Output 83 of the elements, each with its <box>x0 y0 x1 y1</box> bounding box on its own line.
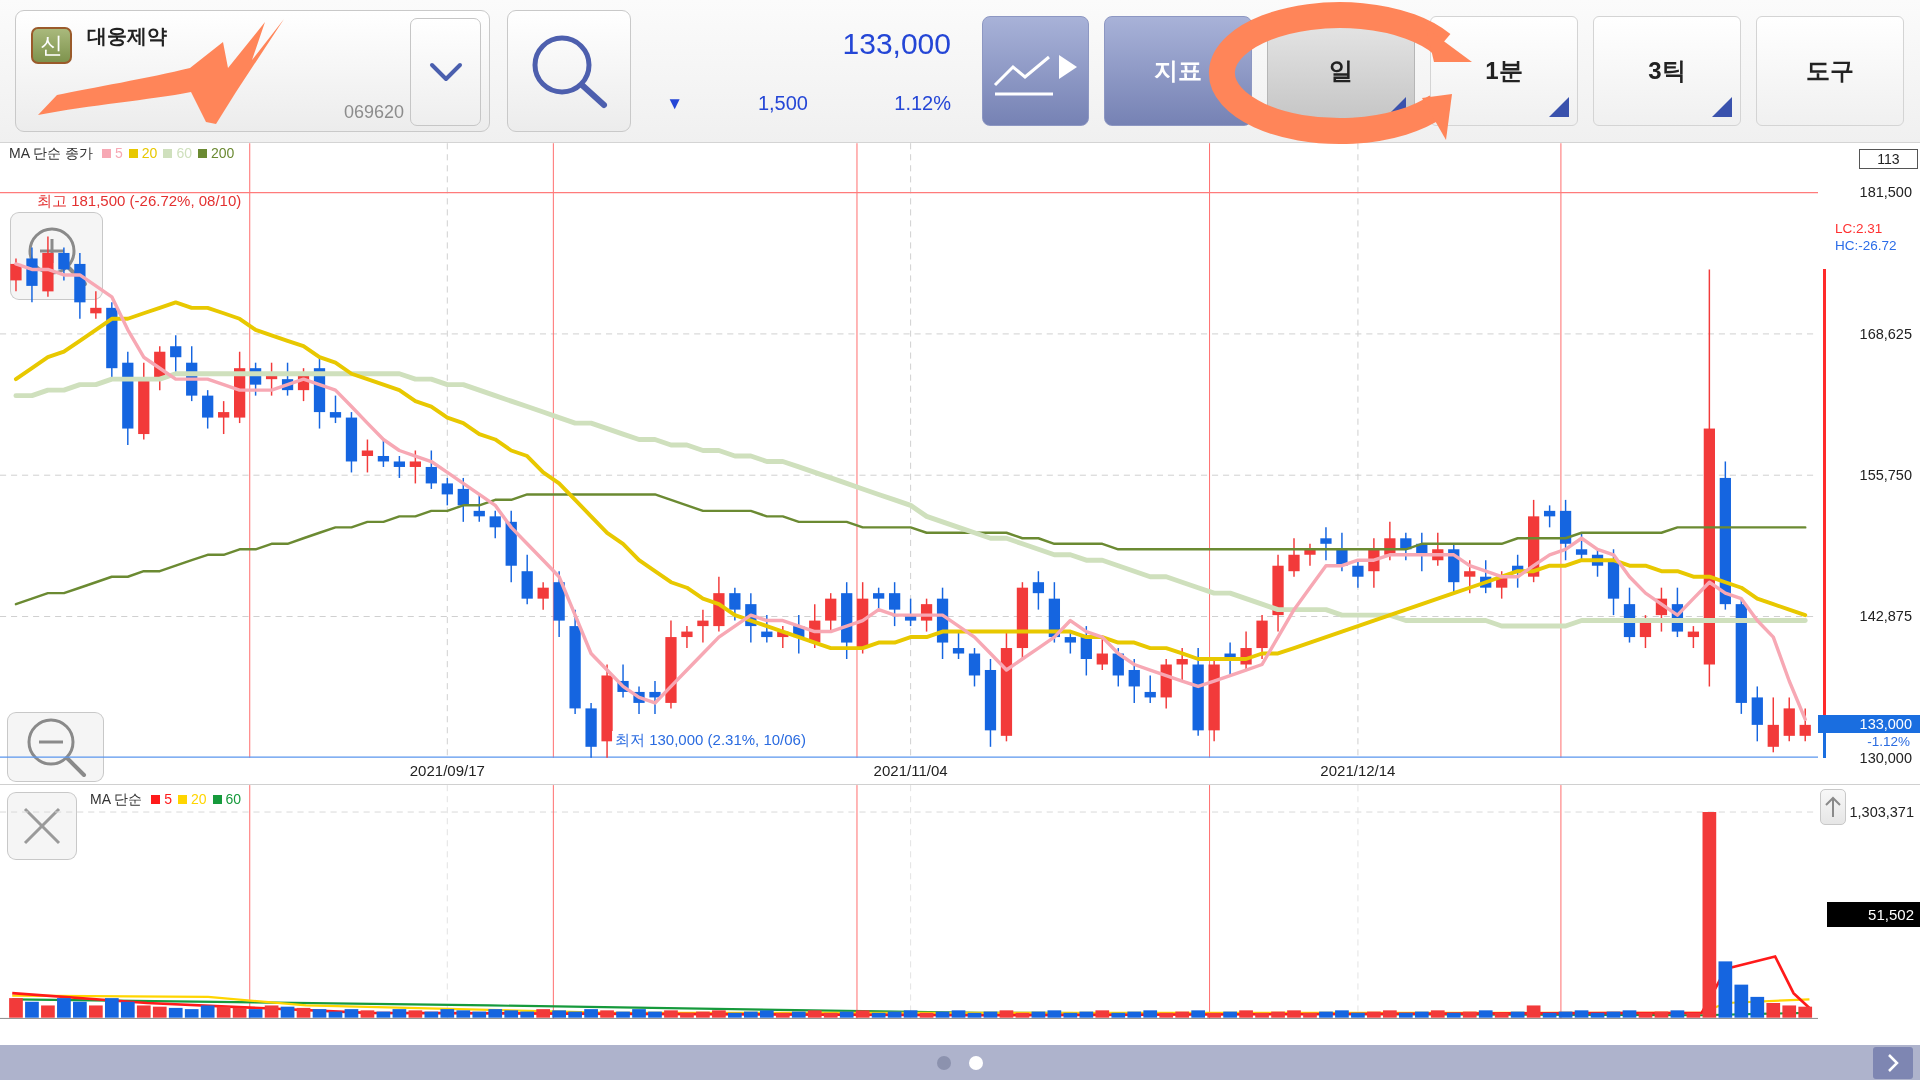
stock-code: 069620 <box>343 101 404 123</box>
candlestick <box>58 246 70 282</box>
stock-tag: 신 <box>31 27 72 64</box>
legend-label: 60 <box>225 791 242 807</box>
zoom-in-button[interactable] <box>10 212 103 300</box>
candlestick <box>489 510 501 540</box>
candlestick <box>1128 658 1140 704</box>
candlestick <box>202 389 214 430</box>
chevron-right-icon <box>1887 1052 1899 1073</box>
candlestick <box>441 477 453 507</box>
page-dot[interactable] <box>969 1055 983 1070</box>
volume-axis-label: 1,303,371 <box>1849 804 1914 820</box>
candlestick <box>1320 526 1332 561</box>
candlestick <box>1080 625 1092 677</box>
legend-label: 5 <box>164 791 172 807</box>
candlestick <box>218 400 230 435</box>
zoom-out-button[interactable] <box>7 712 104 782</box>
page-dot[interactable] <box>937 1055 951 1070</box>
close-icon <box>22 806 62 846</box>
candlestick <box>888 581 901 627</box>
dropdown-button[interactable] <box>410 18 481 126</box>
low-change-label: LC:2.31 <box>1835 221 1883 237</box>
date-label: 2021/11/04 <box>873 762 948 780</box>
chevron-down-icon <box>428 62 463 82</box>
high-price-note: 최고 181,500 (-26.72%, 08/10) <box>37 192 242 210</box>
date-label: 2021/12/14 <box>1320 762 1396 780</box>
candlestick <box>649 680 661 715</box>
next-page-button[interactable] <box>1873 1046 1913 1079</box>
change-arrow: ▼ <box>666 93 683 115</box>
search-button[interactable] <box>507 10 631 132</box>
price-axis-label: 142,875 <box>1859 608 1912 625</box>
current-price-tag: 133,000 <box>1818 715 1920 733</box>
candlestick <box>968 647 981 688</box>
stock-name: 대웅제약 <box>87 24 167 48</box>
candlestick <box>457 477 469 523</box>
price-axis-label: 181,500 <box>1859 184 1912 201</box>
legend-label: 60 <box>176 145 192 161</box>
legend-label: 200 <box>210 145 235 161</box>
candlestick <box>681 625 693 649</box>
high-change-label: HC:-26.72 <box>1835 238 1897 254</box>
candlestick <box>697 608 709 644</box>
price-range-marker <box>1823 733 1826 758</box>
chart-type-button[interactable] <box>982 16 1089 126</box>
candlestick <box>1176 647 1188 682</box>
candlestick <box>10 257 22 293</box>
period-tab[interactable]: 3틱 <box>1593 16 1741 126</box>
candlestick <box>1288 537 1300 578</box>
candlestick <box>825 592 837 633</box>
candlestick <box>393 455 406 479</box>
change-rate: 1.12% <box>894 91 951 116</box>
candlestick <box>425 449 437 490</box>
legend-title: MA 단순 종가 <box>9 145 93 161</box>
low-price-note: 최저 130,000 (2.31%, 10/06) <box>612 731 809 749</box>
candlestick <box>1352 559 1364 589</box>
search-icon <box>530 33 608 109</box>
price-axis-label: 130,000 <box>1859 749 1912 766</box>
candlestick <box>729 586 741 622</box>
up-arrow-icon <box>1825 796 1841 818</box>
legend-label: 5 <box>115 145 123 161</box>
candlestick <box>1799 707 1811 743</box>
price-axis-label: 168,625 <box>1859 325 1912 342</box>
candle-count: 113 <box>1859 149 1918 169</box>
candlestick <box>409 449 421 485</box>
current-price: 133,000 <box>842 26 951 62</box>
candlestick <box>1032 570 1045 611</box>
candlestick <box>537 581 549 611</box>
candlestick <box>1464 559 1476 594</box>
current-change-rate: -1.12% <box>1867 734 1910 750</box>
date-label: 2021/09/17 <box>409 762 485 780</box>
legend-title: MA 단순 <box>90 791 143 807</box>
candlestick <box>329 394 342 424</box>
candlestick <box>1767 696 1779 754</box>
scroll-up-button[interactable] <box>1820 789 1846 825</box>
price-axis-label: 155,750 <box>1859 466 1912 483</box>
legend-label: 20 <box>190 791 207 807</box>
candlestick <box>873 586 885 611</box>
price-change: 1,500 <box>757 91 808 116</box>
current-volume-tag: 51,502 <box>1827 902 1920 927</box>
legend-label: 20 <box>141 145 158 161</box>
candlestick <box>1575 532 1588 561</box>
tools-button[interactable]: 도구 <box>1756 16 1904 126</box>
close-button[interactable] <box>7 792 77 860</box>
period-tab[interactable]: 1분 <box>1430 16 1578 126</box>
